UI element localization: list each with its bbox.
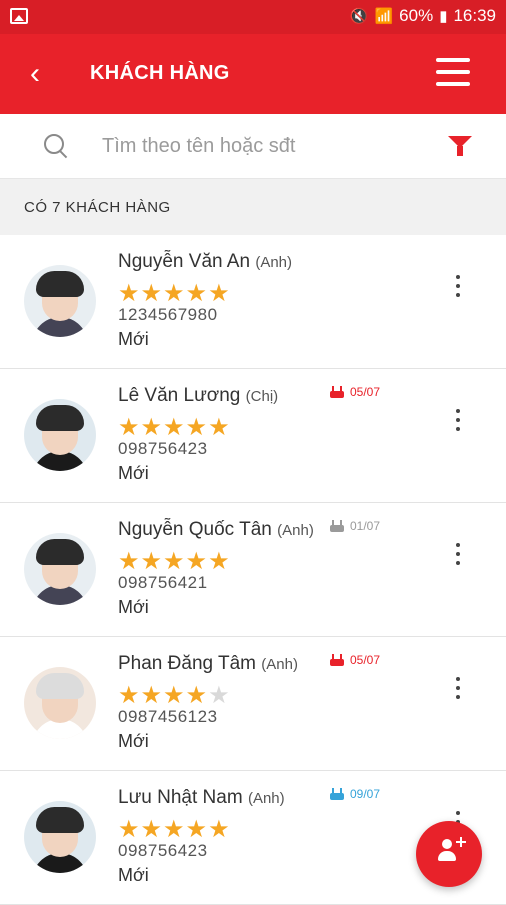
customer-count: CÓ 7 KHÁCH HÀNG xyxy=(24,199,171,216)
more-options-button[interactable] xyxy=(454,275,462,297)
star-icon: ★ xyxy=(208,548,231,575)
star-icon: ★ xyxy=(185,682,209,709)
menu-button[interactable] xyxy=(436,58,472,90)
customer-phone: 098756421 xyxy=(118,573,208,592)
gallery-icon xyxy=(10,8,28,24)
star-icon: ★ xyxy=(118,414,141,441)
star-icon: ★ xyxy=(118,548,141,575)
customer-status: Mới xyxy=(118,597,149,617)
cake-icon xyxy=(330,520,344,532)
star-icon: ★ xyxy=(140,414,164,441)
list-item[interactable]: Nguyễn Quốc Tân (Anh) 01/07 ★★★★★ 098756… xyxy=(0,503,506,637)
customer-status: Mới xyxy=(118,329,149,349)
cake-icon xyxy=(330,654,344,666)
birthday-badge: 05/07 xyxy=(330,385,380,399)
star-icon: ★ xyxy=(140,682,164,709)
hamburger-icon xyxy=(436,70,470,74)
page-title: KHÁCH HÀNG xyxy=(90,62,230,84)
customer-phone: 098756423 xyxy=(118,841,208,860)
avatar xyxy=(24,265,96,337)
filter-icon[interactable] xyxy=(448,136,472,156)
star-icon: ★ xyxy=(140,548,164,575)
customer-phone: 098756423 xyxy=(118,439,208,458)
birthday-badge: 01/07 xyxy=(330,519,380,533)
avatar xyxy=(24,801,96,873)
cake-icon xyxy=(330,788,344,800)
birthday-badge: 05/07 xyxy=(330,653,380,667)
star-icon: ★ xyxy=(163,816,186,843)
star-icon: ★ xyxy=(208,414,231,441)
customer-status: Mới xyxy=(118,731,149,751)
more-options-button[interactable] xyxy=(454,677,462,699)
status-bar: 🔇 📶 60% ▮ 16:39 xyxy=(0,0,506,34)
customer-name: Lê Văn Lương (Chị) xyxy=(118,385,279,406)
rating-stars: ★★★★★ xyxy=(118,547,231,576)
star-icon: ★ xyxy=(163,414,186,441)
rating-stars: ★★★★★ xyxy=(118,279,231,308)
search-bar xyxy=(0,114,506,179)
person-icon xyxy=(438,839,456,861)
star-icon: ★ xyxy=(185,414,209,441)
star-icon: ★ xyxy=(185,280,209,307)
clock: 16:39 xyxy=(453,6,496,25)
customer-phone: 0987456123 xyxy=(118,707,218,726)
wifi-icon: 📶 xyxy=(374,8,394,25)
customer-phone: 1234567980 xyxy=(118,305,218,324)
list-item[interactable]: Phan Đăng Tâm (Anh) 05/07 ★★★★★ 09874561… xyxy=(0,637,506,771)
customer-name: Nguyễn Văn An (Anh) xyxy=(118,251,293,272)
customer-name: Nguyễn Quốc Tân (Anh) xyxy=(118,519,314,540)
rating-stars: ★★★★★ xyxy=(118,815,231,844)
mute-icon: 🔇 xyxy=(349,8,369,25)
customer-count-bar: CÓ 7 KHÁCH HÀNG xyxy=(0,179,506,235)
more-options-button[interactable] xyxy=(454,543,462,565)
star-icon: ★ xyxy=(208,280,231,307)
star-icon: ★ xyxy=(185,816,209,843)
search-icon xyxy=(44,134,64,154)
hamburger-icon xyxy=(436,58,470,62)
avatar xyxy=(24,667,96,739)
avatar xyxy=(24,533,96,605)
cake-icon xyxy=(330,386,344,398)
more-options-button[interactable] xyxy=(454,409,462,431)
add-customer-button[interactable] xyxy=(416,821,482,887)
star-icon: ★ xyxy=(118,816,141,843)
customer-name: Phan Đăng Tâm (Anh) xyxy=(118,653,298,674)
rating-stars: ★★★★★ xyxy=(118,413,231,442)
star-icon: ★ xyxy=(163,548,186,575)
customer-status: Mới xyxy=(118,865,149,885)
star-icon: ★ xyxy=(118,682,141,709)
list-item[interactable]: Nguyễn Văn An (Anh) ★★★★★ 1234567980 Mới xyxy=(0,235,506,369)
star-icon: ★ xyxy=(208,816,231,843)
avatar xyxy=(24,399,96,471)
birthday-badge: 09/07 xyxy=(330,787,380,801)
star-icon: ★ xyxy=(163,280,186,307)
battery-level: 60% xyxy=(399,6,434,25)
customer-list: Nguyễn Văn An (Anh) ★★★★★ 1234567980 Mới… xyxy=(0,235,506,905)
hamburger-icon xyxy=(436,82,470,86)
star-icon: ★ xyxy=(140,280,164,307)
star-icon: ★ xyxy=(208,682,231,709)
customer-status: Mới xyxy=(118,463,149,483)
search-input[interactable] xyxy=(100,130,404,162)
list-item[interactable]: Lê Văn Lương (Chị) 05/07 ★★★★★ 098756423… xyxy=(0,369,506,503)
rating-stars: ★★★★★ xyxy=(118,681,231,710)
app-bar: ‹ KHÁCH HÀNG xyxy=(0,34,506,114)
back-button[interactable]: ‹ xyxy=(30,56,60,92)
status-icons: 🔇 📶 60% ▮ 16:39 xyxy=(350,6,496,26)
plus-icon xyxy=(456,837,466,847)
chevron-left-icon: ‹ xyxy=(30,57,40,90)
star-icon: ★ xyxy=(185,548,209,575)
star-icon: ★ xyxy=(118,280,141,307)
customer-name: Lưu Nhật Nam (Anh) xyxy=(118,787,285,808)
star-icon: ★ xyxy=(163,682,186,709)
star-icon: ★ xyxy=(140,816,164,843)
battery-icon: ▮ xyxy=(439,8,448,25)
